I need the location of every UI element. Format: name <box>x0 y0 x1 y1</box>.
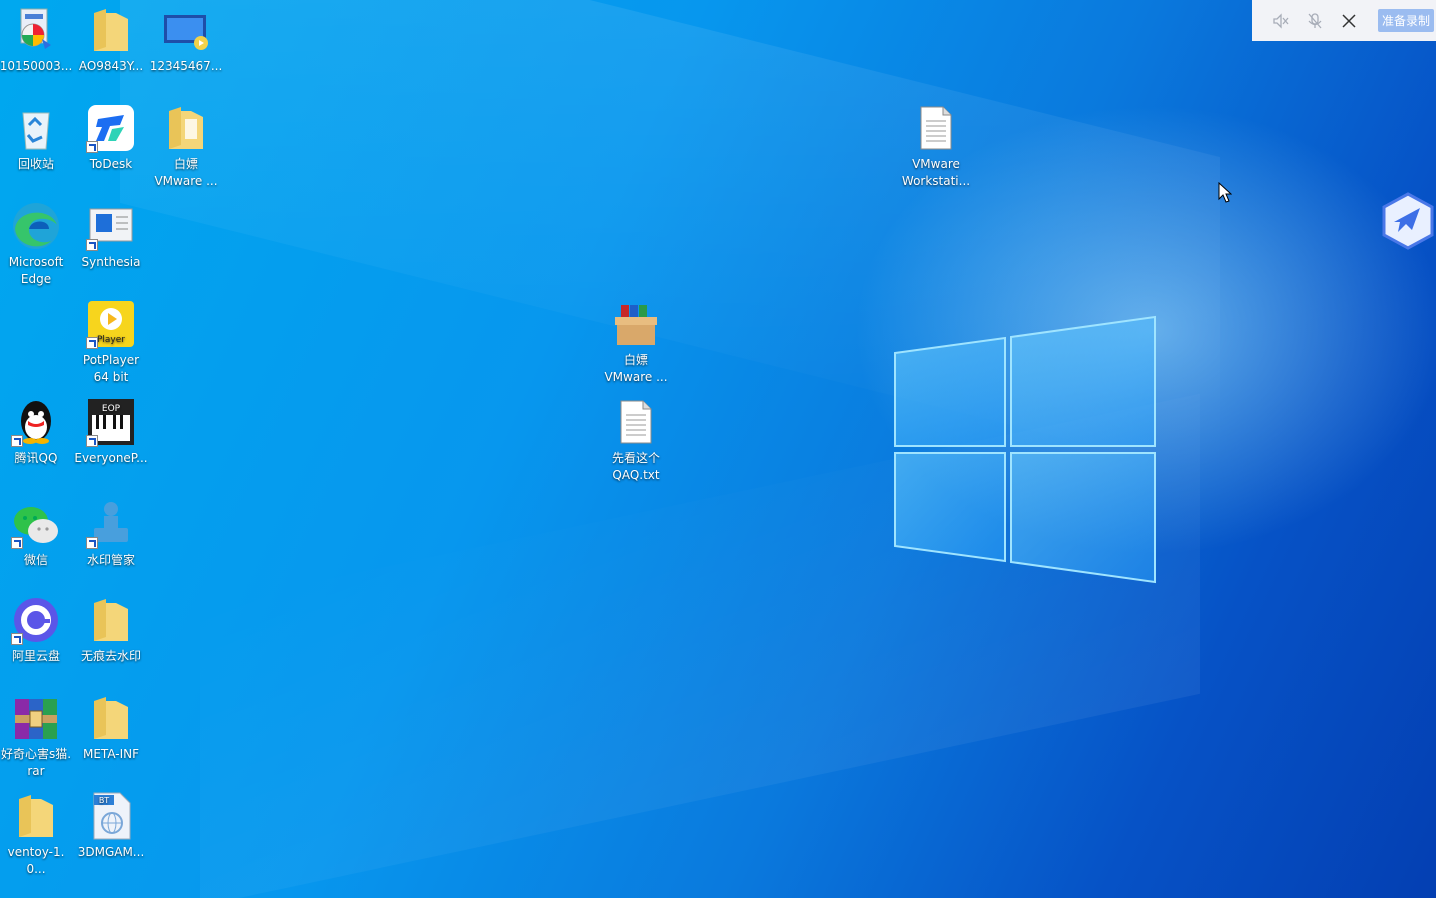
icon-label: 12345467... <box>149 59 223 73</box>
icon-label: EveryoneP... <box>74 451 148 465</box>
desktop-icon-synthesia[interactable]: Synthesia <box>74 198 148 271</box>
windows-logo <box>894 315 1156 584</box>
icon-label: 3DMGAM... <box>77 845 145 859</box>
desktop-icon-ventoy[interactable]: ventoy-1.0... <box>0 788 73 878</box>
floating-bird-icon[interactable] <box>1380 192 1436 250</box>
icon-label: 白嫖 VMware ... <box>604 353 668 384</box>
installer-icon <box>11 5 61 55</box>
desktop-icon-qq[interactable]: 腾讯QQ <box>0 394 73 467</box>
shortcut-arrow-icon <box>11 537 23 549</box>
folder-icon <box>161 103 211 153</box>
qq-icon <box>11 397 61 447</box>
desktop-icon-ao9843y[interactable]: AO9843Y... <box>74 2 148 75</box>
desktop-icon-meta-inf[interactable]: META-INF <box>74 690 148 763</box>
recycle-bin-icon <box>11 103 61 153</box>
winrar-archive-icon <box>11 693 61 743</box>
icon-label: 腾讯QQ <box>14 451 58 465</box>
desktop-icon-everyone-piano[interactable]: EOP EveryoneP... <box>74 394 148 467</box>
icon-label: META-INF <box>82 747 140 761</box>
shortcut-arrow-icon <box>11 435 23 447</box>
icon-label: 无痕去水印 <box>80 649 141 663</box>
text-file-icon <box>611 397 661 447</box>
text-file-icon <box>911 103 961 153</box>
desktop-icon-rar-archive[interactable]: 好奇心害s猫. rar <box>0 690 73 780</box>
todesk-icon <box>86 103 136 153</box>
edge-icon <box>11 201 61 251</box>
folder-icon <box>11 791 61 841</box>
watermark-manager-icon <box>86 499 136 549</box>
desktop-icon-edge[interactable]: Microsoft Edge <box>0 198 73 288</box>
icon-label: Microsoft Edge <box>8 255 64 286</box>
folder-icon <box>86 5 136 55</box>
svg-text:EOP: EOP <box>102 404 121 414</box>
folder-icon <box>86 595 136 645</box>
icon-label: 10150003... <box>0 59 73 73</box>
icon-label: Synthesia <box>81 255 141 269</box>
desktop-icon-recycle-bin[interactable]: 回收站 <box>0 100 73 173</box>
aliyun-drive-icon <box>11 595 61 645</box>
icon-label: VMware Workstati... <box>901 157 971 188</box>
icon-label: 好奇心害s猫. rar <box>0 747 72 778</box>
potplayer-icon: Player <box>86 299 136 349</box>
bt-file-icon: BT <box>86 791 136 841</box>
shortcut-arrow-icon <box>11 633 23 645</box>
shortcut-arrow-icon <box>86 337 98 349</box>
shortcut-arrow-icon <box>86 435 98 447</box>
mouse-cursor-icon <box>1218 182 1232 203</box>
icon-label: PotPlayer 64 bit <box>82 353 140 384</box>
desktop-icon-vmware-archive[interactable]: 白嫖 VMware ... <box>599 296 673 386</box>
desktop-icon-watermark-manager[interactable]: 水印管家 <box>74 496 148 569</box>
recorder-toolbar: 准备录制 <box>1252 0 1436 41</box>
icon-label: AO9843Y... <box>78 59 144 73</box>
desktop: 10150003... 回收站 Microsoft Edge 腾讯QQ 微信 阿… <box>0 0 1436 898</box>
archive-box-icon <box>611 299 661 349</box>
icon-label: 阿里云盘 <box>11 649 60 663</box>
desktop-icon-10150003[interactable]: 10150003... <box>0 2 73 75</box>
desktop-icon-aliyun-drive[interactable]: 阿里云盘 <box>0 592 73 665</box>
desktop-icon-readme-txt[interactable]: 先看这个 QAQ.txt <box>599 394 673 484</box>
desktop-icon-potplayer[interactable]: Player PotPlayer 64 bit <box>74 296 148 386</box>
wechat-icon <box>11 499 61 549</box>
svg-text:Player: Player <box>97 335 125 345</box>
desktop-icon-todesk[interactable]: ToDesk <box>74 100 148 173</box>
icon-label: 白嫖 VMware ... <box>154 157 218 188</box>
video-file-icon <box>161 5 211 55</box>
icon-label: ventoy-1.0... <box>7 845 65 876</box>
desktop-icon-vmware-folder[interactable]: 白嫖 VMware ... <box>149 100 223 190</box>
speaker-muted-icon[interactable] <box>1270 10 1292 32</box>
shortcut-arrow-icon <box>86 239 98 251</box>
icon-label: 先看这个 QAQ.txt <box>611 451 660 482</box>
synthesia-icon <box>86 201 136 251</box>
icon-label: ToDesk <box>89 157 133 171</box>
mic-muted-icon[interactable] <box>1304 10 1326 32</box>
desktop-icon-vmware-txt[interactable]: VMware Workstati... <box>899 100 973 190</box>
desktop-icon-watermark-remover[interactable]: 无痕去水印 <box>74 592 148 665</box>
desktop-icon-3dmgam[interactable]: BT 3DMGAM... <box>74 788 148 861</box>
icon-label: 水印管家 <box>86 553 135 567</box>
folder-icon <box>86 693 136 743</box>
icon-label: 回收站 <box>17 157 54 171</box>
desktop-icon-wechat[interactable]: 微信 <box>0 496 73 569</box>
record-button[interactable]: 准备录制 <box>1378 9 1435 32</box>
shortcut-arrow-icon <box>86 537 98 549</box>
everyone-piano-icon: EOP <box>86 397 136 447</box>
svg-text:BT: BT <box>99 796 109 805</box>
shortcut-arrow-icon <box>86 141 98 153</box>
close-icon[interactable] <box>1338 10 1360 32</box>
icon-label: 微信 <box>23 553 48 567</box>
desktop-icon-12345467[interactable]: 12345467... <box>149 2 223 75</box>
